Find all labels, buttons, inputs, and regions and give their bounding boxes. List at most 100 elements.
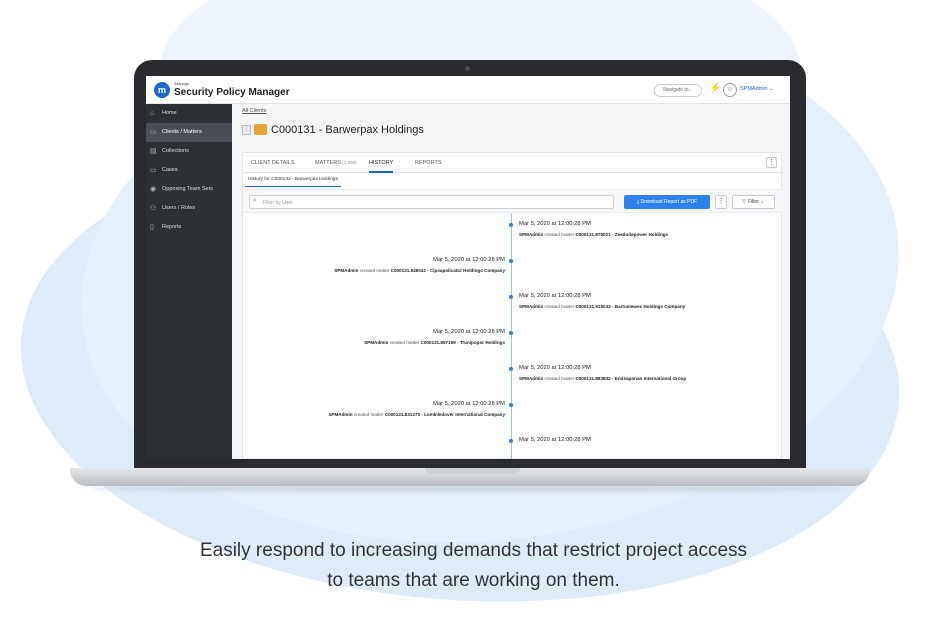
search-icon: ⌕ (253, 197, 257, 204)
chevron-down-icon: ⌄ (769, 86, 774, 92)
sidebar-item-collections[interactable]: ▤ Collections (146, 142, 232, 161)
event-description: SPMAdmin created matter C000131.975021 -… (519, 232, 779, 237)
tab-label: HISTORY (369, 160, 394, 166)
tab-label: REPORTS (415, 160, 442, 166)
event-description: SPMAdmin created matter C000131.897199 -… (247, 340, 505, 345)
filter-bar: ⌕ Filter by User ⤓ Download Report as PD… (243, 189, 783, 213)
event-user: SPMAdmin (328, 412, 353, 417)
sidebar-item-label: Users / Roles (162, 205, 196, 211)
page-title-row: ↑ C000131 - Barwerpax Holdings (242, 121, 424, 137)
user-avatar-icon[interactable]: ☺ (723, 83, 737, 97)
event-time: Mar 5, 2020 at 12:00:28 PM (433, 329, 505, 335)
client-panel: CLIENT DETAILS MATTERS (2,569) HISTORY R… (242, 152, 783, 459)
briefcase-icon: ▭ (150, 129, 157, 136)
home-icon: ⌂ (150, 110, 155, 117)
more-options-icon[interactable]: ⋮ (766, 157, 777, 168)
sidebar-item-label: Clients / Matters (162, 129, 202, 135)
lightning-icon[interactable]: ⚡ (709, 83, 721, 94)
sidebar-item-clients-matters[interactable]: ▭ Clients / Matters (146, 123, 232, 142)
laptop-screen: m iManage Security Policy Manager Naviga… (146, 76, 790, 459)
sidebar-item-opposing-team-sets[interactable]: ◉ Opposing Team Sets (146, 180, 232, 199)
report-icon: ▯ (150, 224, 154, 231)
event-action: created matter (544, 304, 575, 309)
tab-label: CLIENT DETAILS (251, 160, 295, 166)
sidebar-item-reports[interactable]: ▯ Reports (146, 218, 232, 237)
chevron-down-icon: ⌄ (760, 199, 765, 205)
event-user: SPMAdmin (519, 376, 544, 381)
users-icon: ⚇ (150, 205, 157, 212)
history-event: Mar 5, 2020 at 12:00:28 PM SPMAdmin crea… (509, 221, 779, 237)
download-pdf-button[interactable]: ⤓ Download Report as PDF (624, 195, 710, 209)
download-icon: ⤓ (636, 199, 640, 205)
event-matter: C000131.948042 - Cipsapolicator Holdings… (390, 268, 505, 273)
tab-label: MATTERS (315, 160, 341, 166)
user-menu[interactable]: SPMAdmin ⌄ (740, 86, 774, 92)
event-time: Mar 5, 2020 at 12:00:28 PM (519, 365, 591, 371)
tab-count: (2,569) (342, 160, 357, 165)
event-description: SPMAdmin created matter C000131.883832 -… (519, 376, 779, 381)
tab-matters[interactable]: MATTERS (2,569) (315, 153, 357, 173)
main-content: All Clients ↑ C000131 - Barwerpax Holding… (232, 104, 790, 459)
user-name: SPMAdmin (740, 86, 768, 92)
event-time: Mar 5, 2020 at 12:00:28 PM (519, 221, 591, 227)
sidebar-item-users-roles[interactable]: ⚇ Users / Roles (146, 199, 232, 218)
event-action: created matter (359, 268, 390, 273)
event-user: SPMAdmin (519, 304, 544, 309)
event-time: Mar 5, 2020 at 12:00:28 PM (519, 293, 591, 299)
sidebar-item-home[interactable]: ⌂ Home (146, 104, 232, 123)
sidebar: ⌂ Home ▭ Clients / Matters ▤ Collections ▭ C… (146, 104, 232, 459)
event-time: Mar 5, 2020 at 12:00:28 PM (519, 437, 591, 443)
history-event: Mar 5, 2020 at 12:00:28 PM SPMAdmin crea… (509, 293, 779, 309)
event-time: Mar 5, 2020 at 12:00:28 PM (433, 401, 505, 407)
search-placeholder: Filter by User (263, 200, 293, 206)
history-timeline: Mar 5, 2020 at 12:00:28 PM SPMAdmin crea… (243, 213, 783, 459)
event-matter: C000131.897199 - Trunipopor Holdings (420, 340, 506, 345)
folder-icon (254, 124, 267, 136)
event-description: SPMAdmin created matter C000131.915033 -… (519, 304, 779, 309)
event-user: SPMAdmin (364, 340, 389, 345)
download-label: Download Report as PDF (640, 199, 698, 205)
navigate-input[interactable]: Navigate to... (654, 84, 702, 97)
event-time: Mar 5, 2020 at 12:00:28 PM (433, 257, 505, 263)
event-action: created matter (544, 232, 575, 237)
laptop-camera (465, 66, 470, 71)
timeline-line (511, 213, 512, 459)
marketing-caption: Easily respond to increasing demands tha… (0, 536, 947, 596)
history-event: Mar 5, 2020 at 12:00:28 PM SPMAdmin crea… (247, 329, 513, 345)
more-options-icon[interactable]: ⋮ (715, 195, 727, 209)
event-action: created matter (353, 412, 384, 417)
tab-history[interactable]: HISTORY (369, 153, 394, 173)
filter-button[interactable]: ▽ Filter ⌄ (732, 195, 775, 209)
history-event: Mar 5, 2020 at 12:00:28 PM SPMAdmin crea… (247, 257, 513, 273)
event-matter: C000131.975021 - Zeedudepower Holdings (575, 232, 669, 237)
sidebar-item-label: Reports (162, 224, 182, 230)
timeline-dot (509, 259, 513, 263)
caption-line-1: Easily respond to increasing demands tha… (199, 540, 748, 561)
upload-icon[interactable]: ↑ (242, 124, 251, 135)
event-action: created matter (389, 340, 420, 345)
app-logo-icon[interactable]: m (154, 82, 170, 98)
app-header: m iManage Security Policy Manager Naviga… (146, 76, 790, 104)
marketing-stage: m iManage Security Policy Manager Naviga… (0, 0, 947, 631)
timeline-dot (509, 295, 513, 299)
event-description: SPMAdmin created matter C000131.831273 -… (247, 412, 505, 417)
filter-user-input[interactable]: ⌕ Filter by User (249, 195, 614, 209)
tab-reports[interactable]: REPORTS (415, 153, 442, 173)
tab-client-details[interactable]: CLIENT DETAILS (251, 153, 295, 173)
history-event: Mar 5, 2020 at 12:00:28 PM SPMAdmin crea… (509, 365, 779, 381)
timeline-dot (509, 223, 513, 227)
case-icon: ▭ (150, 167, 157, 174)
breadcrumb[interactable]: All Clients (242, 108, 266, 114)
timeline-dot (509, 367, 513, 371)
app-title: Security Policy Manager (174, 87, 290, 98)
sidebar-item-cases[interactable]: ▭ Cases (146, 161, 232, 180)
sidebar-item-label: Home (162, 110, 177, 116)
filter-label: Filter (747, 199, 759, 205)
laptop-notch (425, 468, 520, 474)
timeline-dot (509, 403, 513, 407)
event-matter: C000131.915033 - Bartumewex Holdings Com… (575, 304, 686, 309)
event-matter: C000131.883832 - Endsaponan Internationa… (575, 376, 687, 381)
history-subtab[interactable]: History for C000131 - Barwerpax Holdings (245, 175, 341, 187)
sidebar-item-label: Collections (162, 148, 189, 154)
event-user: SPMAdmin (519, 232, 544, 237)
